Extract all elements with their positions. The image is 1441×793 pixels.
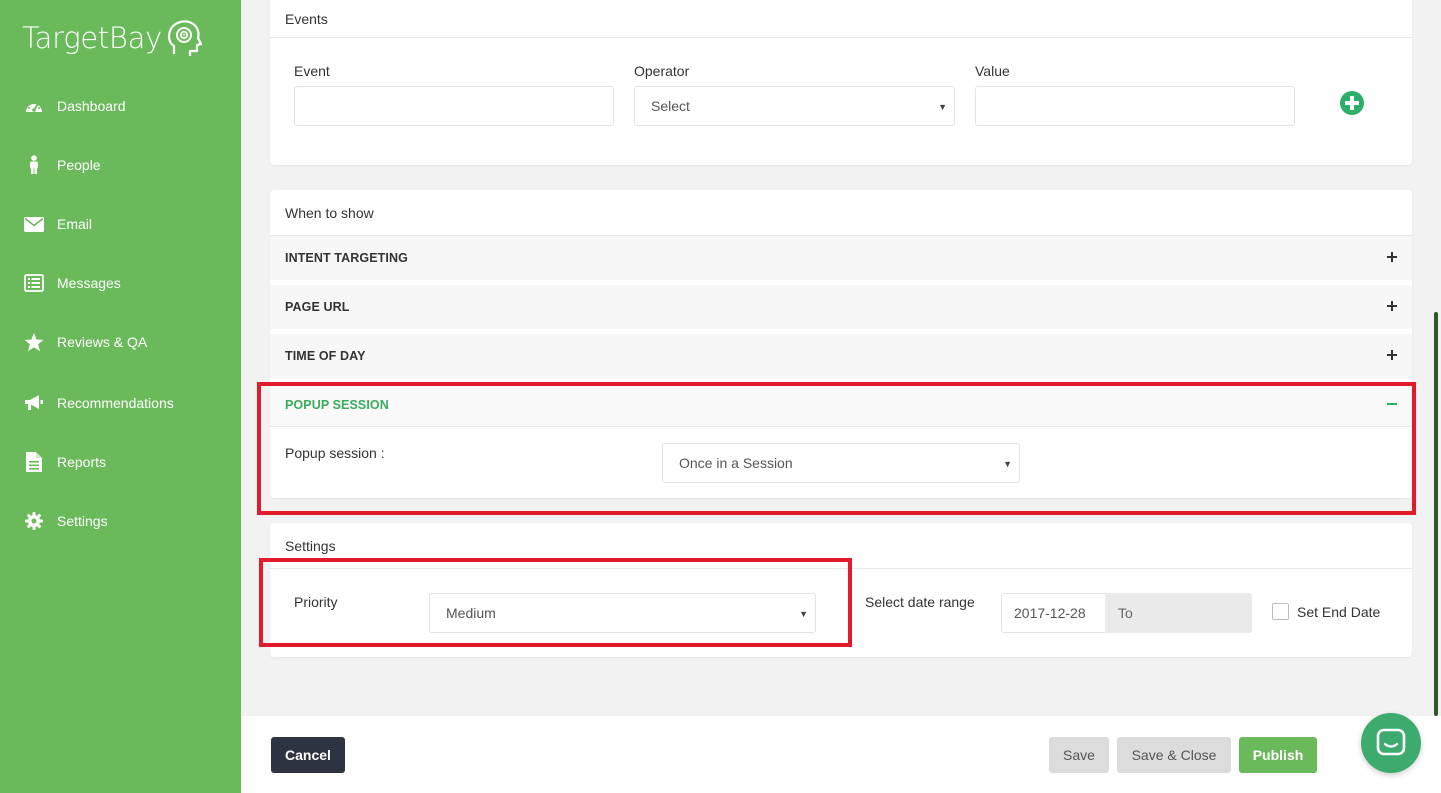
sidebar-item-label: Reviews & QA bbox=[57, 334, 148, 350]
sidebar-item-label: Messages bbox=[57, 275, 121, 291]
operator-select-value: Select bbox=[651, 98, 690, 114]
envelope-icon bbox=[24, 214, 44, 234]
end-date-placeholder: To bbox=[1118, 605, 1133, 621]
event-input[interactable] bbox=[294, 86, 614, 126]
brand-name: TargetBay bbox=[22, 21, 162, 55]
events-title: Events bbox=[270, 0, 1412, 38]
set-end-date-label: Set End Date bbox=[1297, 604, 1381, 620]
document-icon bbox=[24, 452, 44, 472]
footer-bar: Cancel Save Save & Close Publish bbox=[241, 716, 1441, 793]
dashboard-icon bbox=[24, 96, 44, 116]
events-panel: Events Event Operator Select ▼ Value bbox=[270, 0, 1412, 165]
sidebar-item-label: Dashboard bbox=[57, 98, 126, 114]
sidebar-item-messages[interactable]: Messages bbox=[0, 263, 241, 303]
accordion-intent-targeting[interactable]: INTENT TARGETING bbox=[270, 236, 1412, 280]
sidebar-item-reviews[interactable]: Reviews & QA bbox=[0, 322, 241, 362]
sidebar-item-recommendations[interactable]: Recommendations bbox=[0, 383, 241, 423]
popup-session-label: Popup session : bbox=[285, 445, 385, 461]
head-logo-icon bbox=[167, 20, 202, 56]
set-end-date-checkbox[interactable] bbox=[1272, 603, 1289, 620]
accordion-time-of-day[interactable]: TIME OF DAY bbox=[270, 334, 1412, 378]
popup-session-value: Once in a Session bbox=[679, 455, 793, 471]
sidebar-item-people[interactable]: People bbox=[0, 145, 241, 185]
accordion-page-url[interactable]: PAGE URL bbox=[270, 285, 1412, 329]
sidebar-item-email[interactable]: Email bbox=[0, 204, 241, 244]
save-close-button[interactable]: Save & Close bbox=[1117, 737, 1231, 773]
sidebar-item-label: Email bbox=[57, 216, 93, 232]
start-date-input[interactable]: 2017-12-28 bbox=[1001, 593, 1106, 633]
value-label: Value bbox=[975, 63, 1010, 79]
when-to-show-title: When to show bbox=[270, 190, 1412, 236]
accordion-label: PAGE URL bbox=[285, 300, 350, 314]
operator-select[interactable]: Select ▼ bbox=[634, 86, 955, 126]
main-content: Events Event Operator Select ▼ Value Whe… bbox=[241, 0, 1441, 793]
sidebar-item-reports[interactable]: Reports bbox=[0, 442, 241, 482]
megaphone-icon bbox=[24, 393, 44, 413]
priority-label: Priority bbox=[294, 594, 338, 610]
date-range-label: Select date range bbox=[865, 594, 975, 610]
caret-down-icon: ▼ bbox=[938, 102, 947, 112]
start-date-value: 2017-12-28 bbox=[1014, 605, 1086, 621]
sidebar-item-label: Settings bbox=[57, 513, 108, 529]
minus-icon[interactable] bbox=[1386, 395, 1398, 415]
plus-icon[interactable] bbox=[1386, 297, 1398, 317]
save-button[interactable]: Save bbox=[1049, 737, 1109, 773]
operator-label: Operator bbox=[634, 63, 690, 79]
person-icon bbox=[24, 155, 44, 175]
accordion-label: INTENT TARGETING bbox=[285, 251, 408, 265]
settings-panel: Settings Priority Medium ▼ Select date r… bbox=[270, 523, 1412, 657]
plus-icon[interactable] bbox=[1386, 248, 1398, 268]
priority-value: Medium bbox=[446, 605, 496, 621]
event-label: Event bbox=[294, 63, 330, 79]
star-icon bbox=[24, 332, 44, 352]
popup-session-select[interactable]: Once in a Session ▼ bbox=[662, 443, 1020, 483]
caret-down-icon: ▼ bbox=[1003, 459, 1012, 469]
scrollbar[interactable] bbox=[1434, 312, 1438, 716]
accordion-label: POPUP SESSION bbox=[285, 397, 389, 412]
sidebar-item-settings[interactable]: Settings bbox=[0, 501, 241, 541]
logo[interactable]: TargetBay bbox=[22, 18, 202, 58]
gear-icon bbox=[24, 511, 44, 531]
when-to-show-panel: When to show INTENT TARGETING PAGE URL T… bbox=[270, 190, 1412, 498]
messages-icon bbox=[24, 273, 44, 293]
cancel-button[interactable]: Cancel bbox=[271, 737, 345, 773]
chat-widget-button[interactable] bbox=[1361, 713, 1421, 773]
priority-select[interactable]: Medium ▼ bbox=[429, 593, 816, 633]
add-circle-icon[interactable] bbox=[1340, 91, 1364, 115]
plus-icon[interactable] bbox=[1386, 346, 1398, 366]
settings-title: Settings bbox=[270, 523, 1412, 569]
accordion-popup-session[interactable]: POPUP SESSION bbox=[270, 383, 1412, 427]
chat-icon bbox=[1376, 728, 1406, 756]
sidebar-item-label: Recommendations bbox=[57, 395, 174, 411]
caret-down-icon: ▼ bbox=[799, 609, 808, 619]
accordion-label: TIME OF DAY bbox=[285, 349, 366, 363]
value-input[interactable] bbox=[975, 86, 1295, 126]
sidebar-item-label: Reports bbox=[57, 454, 107, 470]
publish-button[interactable]: Publish bbox=[1239, 737, 1317, 773]
sidebar: TargetBay Dashboard People Email Message… bbox=[0, 0, 241, 793]
sidebar-item-dashboard[interactable]: Dashboard bbox=[0, 86, 241, 126]
sidebar-item-label: People bbox=[57, 157, 101, 173]
end-date-input[interactable]: To bbox=[1105, 593, 1252, 633]
